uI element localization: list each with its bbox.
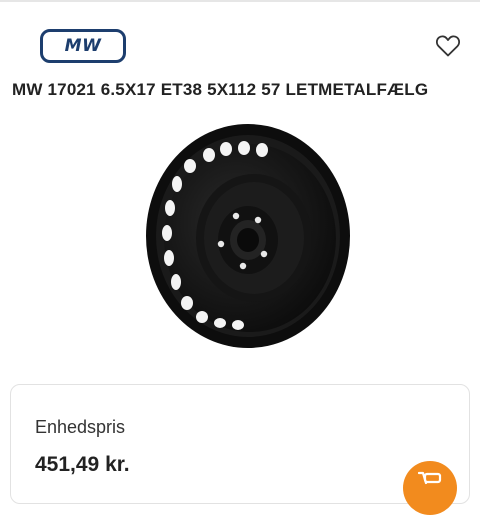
product-title: MW 17021 6.5X17 ET38 5X112 57 LETMETALFÆ… (12, 80, 429, 99)
top-divider (0, 0, 480, 2)
product-image[interactable] (128, 120, 352, 352)
heart-outline-icon (435, 35, 461, 57)
cart-icon (418, 471, 442, 485)
unit-price-label: Enhedspris (35, 417, 126, 437)
add-to-cart-button[interactable] (403, 461, 457, 515)
price-card: Enhedspris 451,49 kr. (10, 384, 470, 515)
unit-price-value: 451,49 kr. (35, 453, 130, 476)
wishlist-button[interactable] (434, 33, 462, 59)
logo-text: MW (64, 36, 102, 56)
brand-logo[interactable]: MW (40, 29, 126, 63)
